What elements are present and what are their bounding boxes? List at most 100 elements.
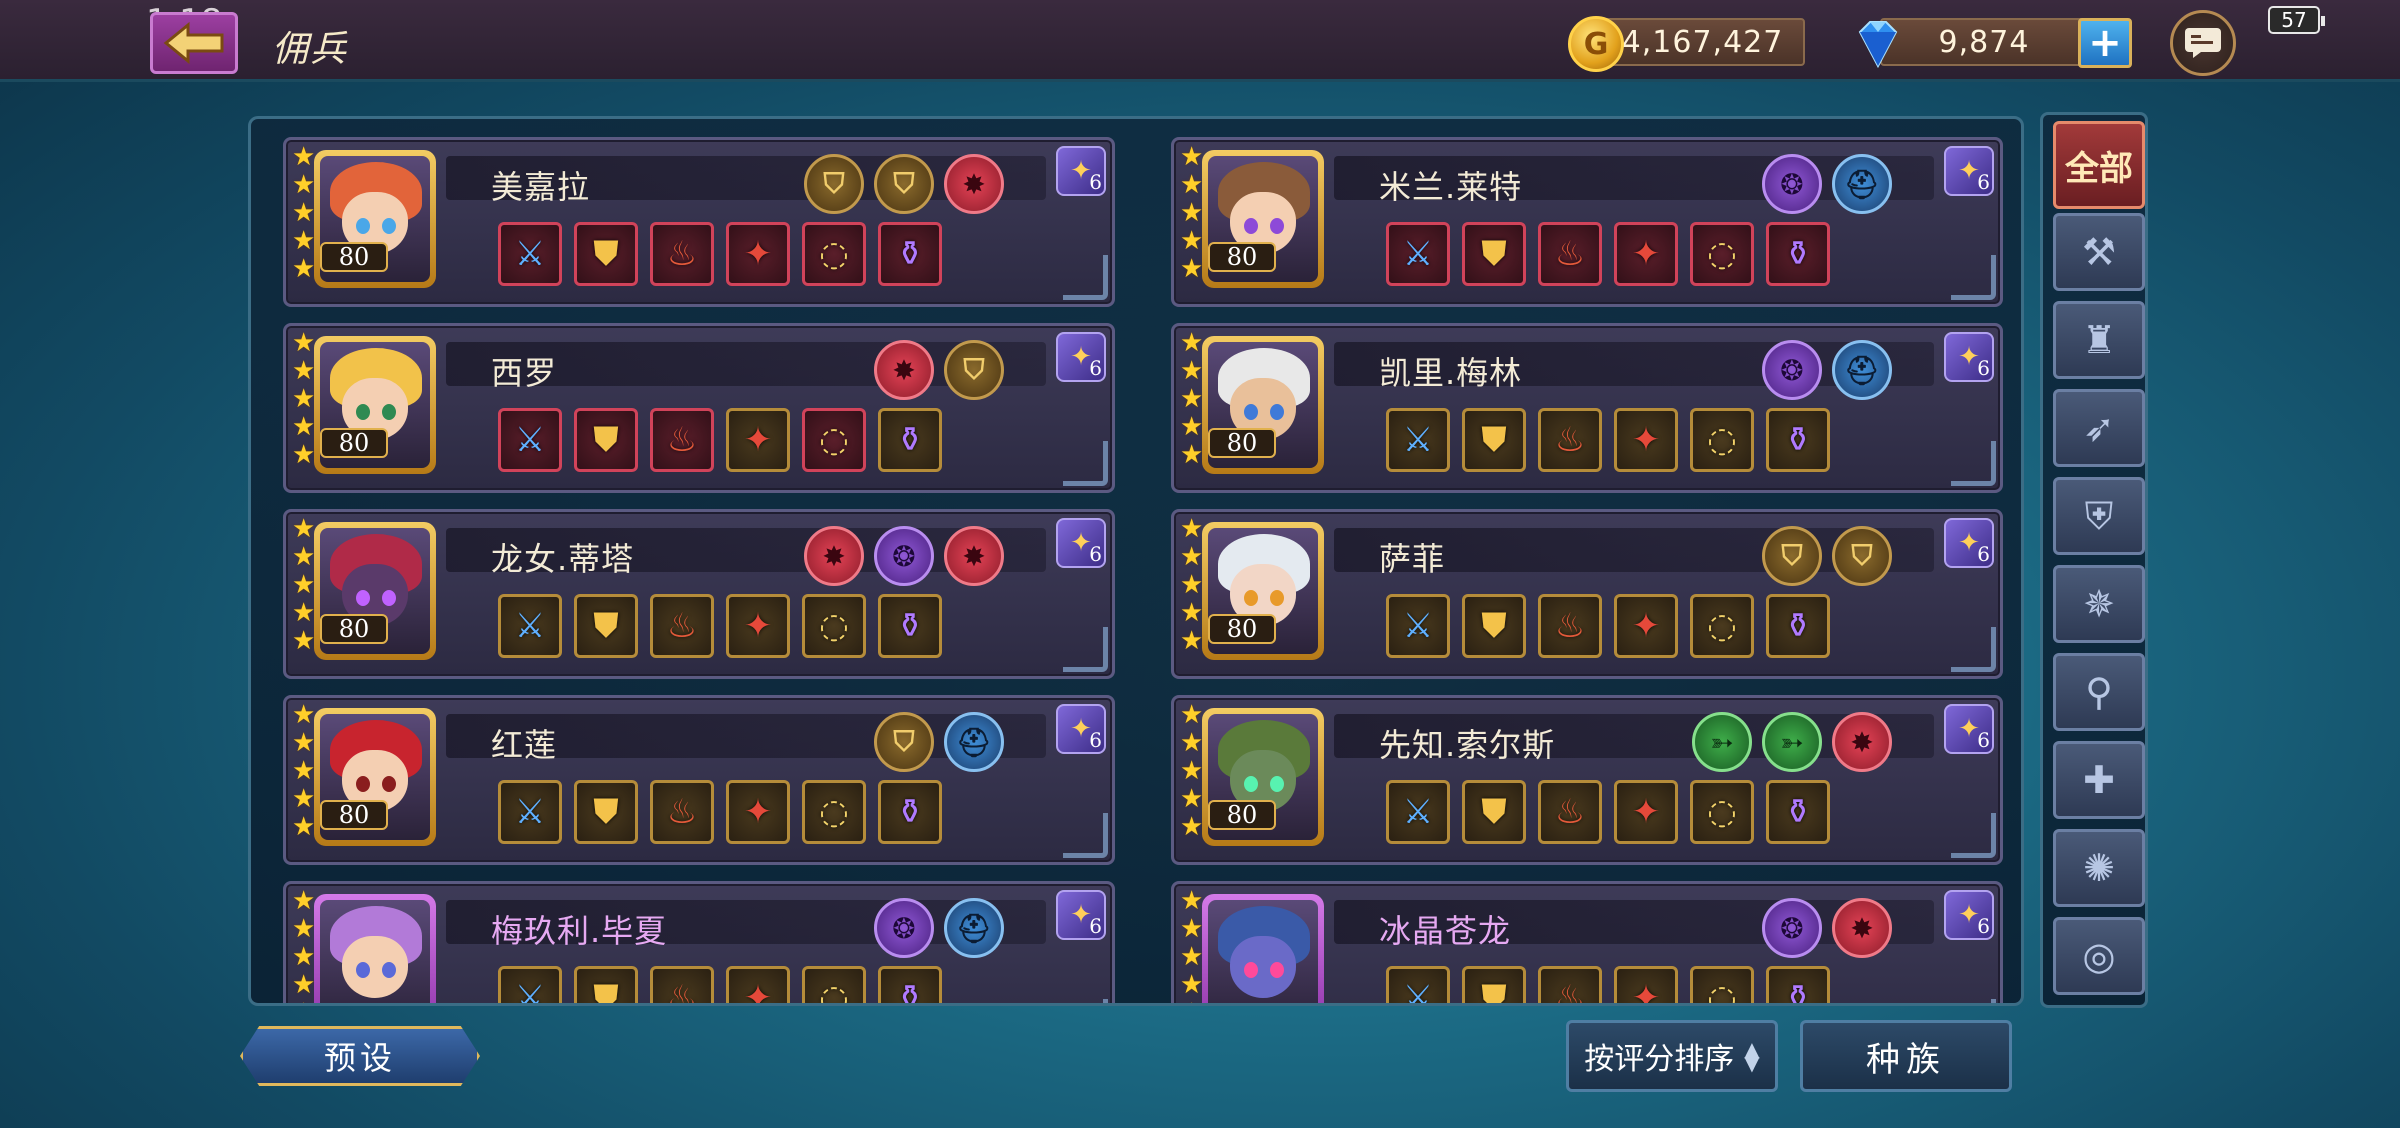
equipment-slot[interactable]: ◌ [1690,222,1754,286]
equipment-slot[interactable]: ♨ [650,222,714,286]
equipment-slot[interactable]: ✦ [1614,780,1678,844]
equipment-slot[interactable]: ⛊ [1462,222,1526,286]
equipment-slot[interactable]: ♨ [650,780,714,844]
equipment-slot[interactable]: ⚔ [498,594,562,658]
equipment-slot[interactable]: ♨ [650,408,714,472]
hero-list-panel[interactable]: 80 ★ ★ ★ ★ ★ 美嘉拉 ⛉ ⛉ ✸ ✦ 6 ⚔ ⛊ ♨ ✦ ◌ ⚱ 80 ★ ★ ★ ★ ★ 米兰.莱特 ❂ ⛑ ✦ 6 ⚔ ⛊ ♨… [248,116,2024,1006]
equipment-slot[interactable]: ⚱ [878,408,942,472]
equipment-slot[interactable]: ⚱ [1766,966,1830,1006]
equipment-slot[interactable]: ⛊ [1462,408,1526,472]
equipment-slot[interactable]: ✦ [726,966,790,1003]
filter-hammer-button[interactable]: ⚒ [2053,213,2145,291]
filter-knight-button[interactable]: ♜ [2053,301,2145,379]
equipment-slot[interactable]: ⚱ [1766,780,1830,844]
equipment-slot[interactable]: ⚔ [498,408,562,472]
equipment-item-icon: ⚔ [514,606,546,646]
star-icon: ★ [1180,942,1204,972]
hero-card[interactable]: 80 ★ ★ ★ ★ ★ 龙女.蒂塔 ✸ ❂ ✸ ✦ 6 ⚔ ⛊ ♨ ✦ ◌ ⚱ [283,509,1115,679]
equipment-slot[interactable]: ⛊ [574,408,638,472]
add-gems-button[interactable]: + [2078,18,2132,68]
filter-cross-button[interactable]: ✚ [2053,741,2145,819]
filter-bow-button[interactable]: ➶ [2053,389,2145,467]
equipment-slot[interactable]: ✦ [726,408,790,472]
equipment-slot[interactable]: ⚱ [1766,408,1830,472]
equipment-slot[interactable]: ⚔ [1386,408,1450,472]
equipment-slot[interactable]: ⛊ [574,780,638,844]
filter-all-button[interactable]: 全部 [2053,121,2145,209]
class-badge-count: 6 [1977,170,1990,194]
class-badge-count: 6 [1089,170,1102,194]
filter-orb-button[interactable]: ◎ [2053,917,2145,995]
back-button[interactable] [150,12,238,74]
equipment-slot[interactable]: ✦ [1614,594,1678,658]
equipment-slot[interactable]: ◌ [1690,780,1754,844]
hero-eye [1244,590,1258,606]
equipment-slot[interactable]: ⚔ [1386,222,1450,286]
hero-traits: ⛉ ⛉ [1762,526,1892,586]
equipment-slot[interactable]: ⛊ [574,966,638,1003]
hero-card[interactable]: 80 ★ ★ ★ ★ ★ 先知.索尔斯 ➳ ➳ ✸ ✦ 6 ⚔ ⛊ ♨ ✦ ◌ ⚱ [1171,695,2003,865]
equipment-slot[interactable]: ⚔ [498,966,562,1003]
equipment-row: ⚔ ⛊ ♨ ✦ ◌ ⚱ [498,222,942,286]
equipment-slot[interactable]: ⚱ [1766,594,1830,658]
equipment-slot[interactable]: ⚔ [498,222,562,286]
equipment-slot[interactable]: ⛊ [574,594,638,658]
equipment-slot[interactable]: ♨ [1538,966,1602,1003]
equipment-slot[interactable]: ◌ [802,966,866,1003]
filter-shield-button[interactable]: ⛨ [2053,477,2145,555]
equipment-slot[interactable]: ✦ [726,780,790,844]
equipment-item-icon: ⚔ [514,792,546,832]
hero-card[interactable]: ★★★★★ 梅玖利.毕夏 ❂⛑ ✦6 ⚔ ⛊ ♨ ✦ ◌ ⚱ [283,881,1115,1003]
equipment-slot[interactable]: ⚱ [878,966,942,1003]
equipment-slot[interactable]: ◌ [802,594,866,658]
sort-by-rating-button[interactable]: 按评分排序 ▲ ▼ [1566,1020,1778,1092]
filter-shuriken-button[interactable]: ✵ [2053,565,2145,643]
equipment-slot[interactable]: ⚱ [878,780,942,844]
equipment-slot[interactable]: ◌ [802,780,866,844]
equipment-item-icon: ⚱ [1783,978,1813,1006]
hero-card[interactable]: 80 ★ ★ ★ ★ ★ 米兰.莱特 ❂ ⛑ ✦ 6 ⚔ ⛊ ♨ ✦ ◌ ⚱ [1171,137,2003,307]
equipment-slot[interactable]: ◌ [1690,966,1754,1003]
equipment-slot[interactable]: ✦ [1614,222,1678,286]
equipment-slot[interactable]: ⚔ [498,780,562,844]
equipment-slot[interactable]: ♨ [650,966,714,1003]
equipment-slot[interactable]: ⛊ [1462,966,1526,1003]
equipment-slot[interactable]: ⚱ [1766,222,1830,286]
equipment-slot[interactable]: ♨ [1538,408,1602,472]
equipment-slot[interactable]: ⛊ [1462,594,1526,658]
race-filter-button[interactable]: 种族 [1800,1020,2012,1092]
equipment-slot[interactable]: ⚔ [1386,966,1450,1003]
equipment-slot[interactable]: ◌ [802,408,866,472]
chat-button[interactable] [2170,10,2236,76]
filter-spiral-button[interactable]: ✺ [2053,829,2145,907]
hero-card[interactable]: 80 ★ ★ ★ ★ ★ 萨菲 ⛉ ⛉ ✦ 6 ⚔ ⛊ ♨ ✦ ◌ ⚱ [1171,509,2003,679]
equipment-slot[interactable]: ✦ [726,222,790,286]
equipment-slot[interactable]: ✦ [1614,408,1678,472]
equipment-slot[interactable]: ♨ [1538,780,1602,844]
equipment-slot[interactable]: ♨ [1538,594,1602,658]
hero-card[interactable]: 80 ★ ★ ★ ★ ★ 红莲 ⛉ ⛑ ✦ 6 ⚔ ⛊ ♨ ✦ ◌ ⚱ [283,695,1115,865]
equipment-slot[interactable]: ⚔ [1386,780,1450,844]
equipment-slot[interactable]: ⚱ [878,594,942,658]
hero-card[interactable]: 80 ★ ★ ★ ★ ★ 西罗 ✸ ⛉ ✦ 6 ⚔ ⛊ ♨ ✦ ◌ ⚱ [283,323,1115,493]
equipment-slot[interactable]: ✦ [726,594,790,658]
orb-icon: ◎ [2082,934,2116,978]
hero-card[interactable]: ★★★★★ 冰晶苍龙 ❂✸ ✦6 ⚔ ⛊ ♨ ✦ ◌ ⚱ [1171,881,2003,1006]
equipment-slot[interactable]: ⚔ [1386,594,1450,658]
equipment-slot[interactable]: ◌ [1690,408,1754,472]
preset-button[interactable]: 预设 [240,1026,480,1086]
hero-card[interactable]: 80 ★ ★ ★ ★ ★ 美嘉拉 ⛉ ⛉ ✸ ✦ 6 ⚔ ⛊ ♨ ✦ ◌ ⚱ [283,137,1115,307]
equipment-slot[interactable]: ⛊ [1462,780,1526,844]
class-badge-count: 6 [1089,356,1102,380]
class-badge-icon: ✦ 6 [1944,890,1994,940]
equipment-slot[interactable]: ⛊ [574,222,638,286]
equipment-slot[interactable]: ♨ [1538,222,1602,286]
equipment-slot[interactable]: ⚱ [878,222,942,286]
star-icon: ★ [1180,142,1204,172]
hero-card[interactable]: 80 ★ ★ ★ ★ ★ 凯里.梅林 ❂ ⛑ ✦ 6 ⚔ ⛊ ♨ ✦ ◌ ⚱ [1171,323,2003,493]
equipment-slot[interactable]: ✦ [1614,966,1678,1003]
equipment-slot[interactable]: ◌ [1690,594,1754,658]
filter-staff-button[interactable]: ⚲ [2053,653,2145,731]
equipment-slot[interactable]: ◌ [802,222,866,286]
equipment-slot[interactable]: ♨ [650,594,714,658]
